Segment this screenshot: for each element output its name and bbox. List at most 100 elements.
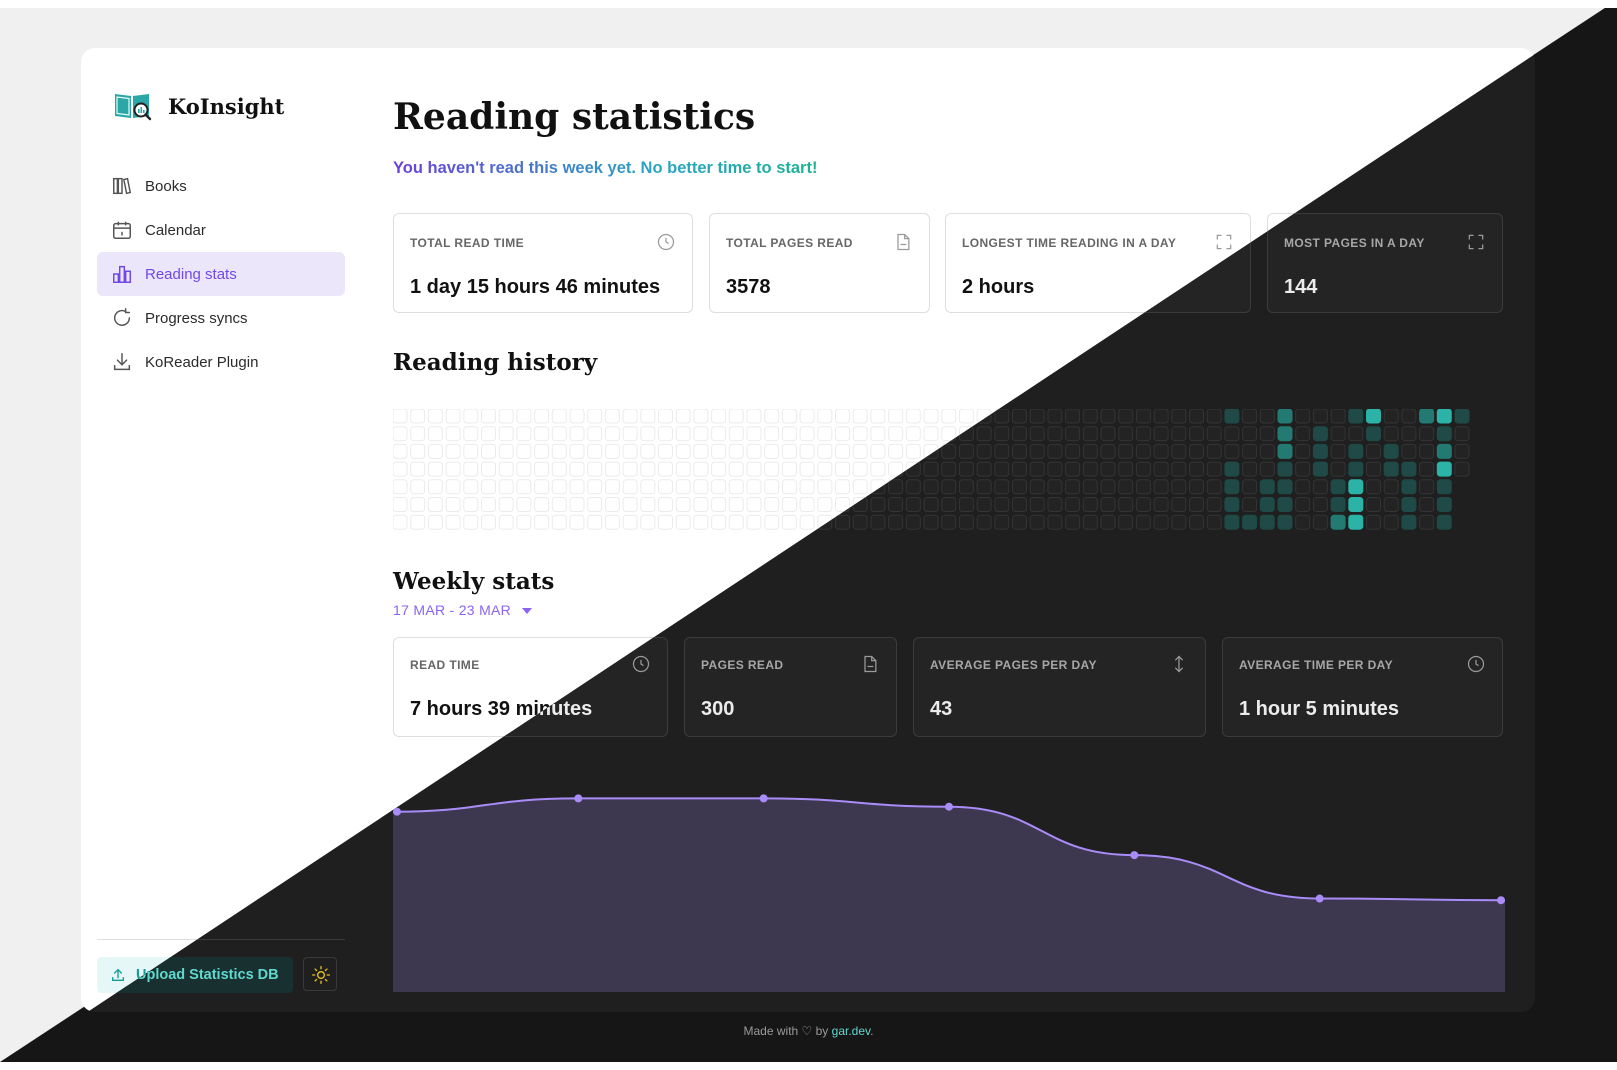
chart-point[interactable] bbox=[1497, 896, 1505, 905]
heatmap-cell bbox=[569, 409, 585, 424]
heatmap-cell bbox=[976, 461, 992, 477]
heatmap-cell bbox=[1312, 443, 1328, 459]
heatmap-cell bbox=[1012, 514, 1027, 530]
sidebar-item-progress-syncs[interactable]: Progress syncs bbox=[97, 296, 345, 340]
heatmap-cell bbox=[640, 443, 656, 459]
heatmap-cell bbox=[587, 409, 603, 424]
heatmap-cell bbox=[481, 461, 496, 477]
heatmap-cell bbox=[1401, 443, 1417, 459]
theme-toggle-button[interactable] bbox=[303, 957, 337, 991]
heatmap-cell bbox=[835, 461, 850, 477]
heatmap-cell bbox=[1047, 514, 1063, 530]
heatmap-cell bbox=[675, 514, 691, 530]
heatmap-cell bbox=[728, 497, 744, 512]
sidebar-item-reading-stats[interactable]: Reading stats bbox=[97, 252, 345, 296]
heatmap-cell bbox=[1330, 497, 1346, 512]
heatmap-cell bbox=[994, 461, 1010, 477]
chart-point[interactable] bbox=[1130, 851, 1139, 860]
heatmap-cell bbox=[1401, 514, 1417, 530]
heatmap-cell bbox=[393, 479, 408, 495]
heatmap-cell bbox=[1224, 514, 1240, 530]
heatmap-cell bbox=[393, 497, 408, 512]
heatmap-cell bbox=[1206, 497, 1222, 512]
heatmap-cell bbox=[711, 479, 727, 495]
expand-icon bbox=[1216, 234, 1232, 250]
chart-point[interactable] bbox=[1315, 894, 1324, 903]
heatmap-cell bbox=[1012, 409, 1027, 424]
chart-point[interactable] bbox=[759, 794, 768, 803]
heatmap-cell bbox=[658, 497, 673, 512]
heatmap-cell bbox=[427, 461, 443, 477]
heatmap-cell bbox=[817, 497, 833, 512]
heatmap-cell bbox=[498, 426, 514, 442]
heatmap-cell bbox=[888, 426, 904, 442]
heatmap-cell bbox=[551, 443, 567, 459]
heatmap-cell bbox=[1206, 479, 1222, 495]
heatmap-cell bbox=[835, 443, 850, 459]
heatmap-cell bbox=[1171, 497, 1187, 512]
heatmap-cell bbox=[463, 443, 479, 459]
stat-card-total-read-time: TOTAL READ TIME 1 day 15 hours 46 minute… bbox=[393, 213, 693, 313]
heatmap-cell bbox=[658, 426, 673, 442]
heatmap-cell bbox=[604, 443, 620, 459]
heatmap-cell bbox=[1330, 479, 1346, 495]
sidebar-item-koreader-plugin[interactable]: KoReader Plugin bbox=[97, 340, 345, 384]
heatmap-cell bbox=[551, 479, 567, 495]
heatmap-cell bbox=[1401, 479, 1417, 495]
heatmap-cell bbox=[1082, 443, 1098, 459]
heatmap-cell bbox=[1224, 426, 1240, 442]
heatmap-cell bbox=[551, 409, 567, 424]
heatmap-cell bbox=[764, 426, 780, 442]
heatmap-cell bbox=[1047, 443, 1063, 459]
heatmap-cell bbox=[1189, 409, 1204, 424]
heatmap-cell bbox=[1065, 514, 1081, 530]
heatmap-cell bbox=[994, 514, 1010, 530]
heatmap-cell bbox=[941, 479, 957, 495]
heatmap-cell bbox=[1118, 497, 1134, 512]
heatmap-cell bbox=[658, 514, 673, 530]
heatmap-cell bbox=[393, 514, 408, 530]
heatmap-cell bbox=[1330, 409, 1346, 424]
heatmap-cell bbox=[764, 514, 780, 530]
heatmap-cell bbox=[1419, 426, 1435, 442]
heatmap-cell bbox=[746, 426, 762, 442]
heatmap-cell bbox=[976, 443, 992, 459]
heatmap-cell bbox=[516, 461, 532, 477]
heatmap-cell bbox=[1242, 514, 1258, 530]
sidebar-item-calendar[interactable]: Calendar bbox=[97, 208, 345, 252]
bar-chart-icon bbox=[113, 265, 131, 283]
heatmap-cell bbox=[622, 514, 638, 530]
heatmap-cell bbox=[693, 497, 709, 512]
sidebar-item-books[interactable]: Books bbox=[97, 164, 345, 208]
heatmap-cell bbox=[445, 514, 461, 530]
heatmap-cell bbox=[1065, 409, 1081, 424]
heatmap-cell bbox=[1171, 443, 1187, 459]
weekly-card-pages-read: PAGES READ 300 bbox=[684, 637, 897, 737]
footer-link[interactable]: gar.dev bbox=[832, 1024, 870, 1038]
heatmap-cell bbox=[693, 461, 709, 477]
heatmap-cell bbox=[835, 514, 850, 530]
heatmap-cell bbox=[870, 497, 886, 512]
heatmap-cell bbox=[799, 426, 815, 442]
heatmap-cell bbox=[1454, 426, 1470, 442]
chart-point[interactable] bbox=[945, 802, 953, 811]
heatmap-cell bbox=[393, 443, 408, 459]
heatmap-cell bbox=[1153, 479, 1169, 495]
week-range-dropdown[interactable]: 17 MAR - 23 MAR bbox=[393, 602, 533, 618]
heatmap-cell bbox=[1330, 426, 1346, 442]
heatmap-cell bbox=[1100, 461, 1116, 477]
heatmap-cell bbox=[1330, 443, 1346, 459]
heatmap-cell bbox=[516, 409, 532, 424]
heatmap-cell bbox=[622, 479, 638, 495]
chart-point[interactable] bbox=[574, 794, 583, 803]
heatmap-cell bbox=[817, 426, 833, 442]
heatmap-cell bbox=[393, 461, 408, 477]
heatmap-cell bbox=[463, 426, 479, 442]
heatmap-cell bbox=[1135, 426, 1151, 442]
heatmap-cell bbox=[445, 479, 461, 495]
heatmap-cell bbox=[728, 461, 744, 477]
heatmap-cell bbox=[1366, 443, 1381, 459]
heatmap-cell bbox=[1206, 461, 1222, 477]
heatmap-cell bbox=[1436, 443, 1452, 459]
heatmap-cell bbox=[1330, 461, 1346, 477]
